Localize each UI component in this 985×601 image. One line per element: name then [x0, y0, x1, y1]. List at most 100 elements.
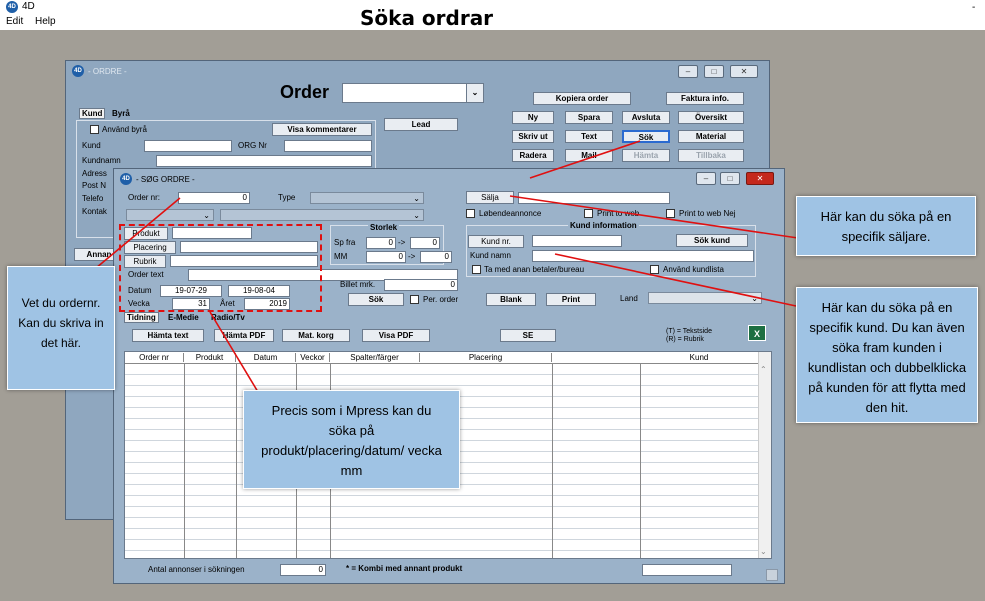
legend-tekstside: (T) = Tekstside: [666, 328, 712, 335]
other-payer-label: Ta med anan betaler/bureau: [484, 265, 585, 274]
org-nr-field[interactable]: [284, 140, 372, 152]
product-group-select[interactable]: ⌄: [126, 209, 214, 221]
lead-button[interactable]: Lead: [384, 118, 458, 131]
print-to-web-checkbox[interactable]: [584, 209, 593, 218]
menu-edit[interactable]: Edit: [6, 16, 23, 27]
order-type-select[interactable]: [342, 83, 482, 103]
use-customer-list-checkbox[interactable]: [650, 265, 659, 274]
chevron-down-icon: ⌄: [413, 194, 420, 203]
type-label: Type: [278, 193, 296, 202]
legend-rubrik: (R) = Rubrik: [666, 336, 704, 343]
billet-field[interactable]: 0: [384, 279, 458, 291]
customer-nr-field[interactable]: [532, 235, 622, 247]
col-divider: [184, 364, 185, 558]
save-button[interactable]: Spara: [565, 111, 613, 124]
tab-kund[interactable]: Kund: [79, 108, 106, 119]
text-button[interactable]: Text: [565, 130, 613, 143]
col-kund[interactable]: Kund: [640, 353, 758, 362]
seller-button[interactable]: Sälja: [466, 191, 514, 204]
scroll-up-icon[interactable]: ⌃: [760, 365, 767, 374]
use-agency-checkbox[interactable]: [90, 125, 99, 134]
combo-note: * = Kombi med annant produkt: [346, 564, 463, 573]
new-button[interactable]: Ny: [512, 111, 554, 124]
order-window-title: - ORDRE -: [88, 67, 127, 76]
tab-tidning[interactable]: Tidning: [124, 312, 159, 323]
menu-help[interactable]: Help: [35, 16, 56, 27]
back-button[interactable]: Tillbaka: [678, 149, 744, 162]
excel-icon[interactable]: X: [748, 325, 766, 341]
running-ad-checkbox[interactable]: [466, 209, 475, 218]
fetch-pdf-button[interactable]: Hämta PDF: [214, 329, 274, 342]
copy-order-button[interactable]: Kopiera order: [533, 92, 631, 105]
customer-name-field[interactable]: [156, 155, 372, 167]
mm-arrow: ->: [408, 252, 416, 261]
order-type-dropdown-button[interactable]: ⌄: [466, 83, 484, 103]
print-out-button[interactable]: Skriv ut: [512, 130, 554, 143]
mail-button[interactable]: Mail: [565, 149, 613, 162]
search-order-button[interactable]: Sök: [622, 130, 670, 143]
show-pdf-button[interactable]: Visa PDF: [362, 329, 430, 342]
blank-button[interactable]: Blank: [486, 293, 536, 306]
callout-seller: Här kan du söka på en specifik säljare.: [796, 196, 976, 256]
minimize-icon[interactable]: -: [972, 2, 975, 13]
type-select[interactable]: ⌄: [310, 192, 424, 204]
label-kontakt: Kontak: [82, 207, 107, 216]
resize-grip-icon[interactable]: [766, 569, 778, 581]
col-spalter[interactable]: Spalter/färger: [330, 353, 420, 362]
col-placering[interactable]: Placering: [420, 353, 552, 362]
col-veckor[interactable]: Veckor: [296, 353, 330, 362]
print-button[interactable]: Print: [546, 293, 596, 306]
customer-field[interactable]: [144, 140, 232, 152]
search-window-title: - SØG ORDRE -: [136, 175, 195, 184]
print-to-web-no-checkbox[interactable]: [666, 209, 675, 218]
order-nr-field[interactable]: 0: [178, 192, 250, 204]
col-divider: [236, 364, 237, 558]
close-button[interactable]: ✕: [746, 172, 774, 185]
label-post-nr: Post N: [82, 181, 107, 190]
minimize-button[interactable]: –: [696, 172, 716, 185]
sp-to-field[interactable]: 0: [410, 237, 440, 249]
maximize-button[interactable]: □: [720, 172, 740, 185]
col-datum[interactable]: Datum: [236, 353, 296, 362]
country-label: Land: [620, 294, 638, 303]
invoice-info-button[interactable]: Faktura info.: [666, 92, 744, 105]
sp-from-field[interactable]: 0: [366, 237, 396, 249]
mm-to-field[interactable]: 0: [420, 251, 452, 263]
tab-e-medie[interactable]: E-Medie: [168, 313, 199, 322]
sub-select[interactable]: ⌄: [220, 209, 424, 221]
search-button[interactable]: Sök: [348, 293, 404, 306]
count-field: 0: [280, 564, 326, 576]
label-org-nr: ORG Nr: [238, 141, 267, 150]
cancel-button[interactable]: Avsluta: [622, 111, 670, 124]
seller-field[interactable]: [518, 192, 670, 204]
col-produkt[interactable]: Produkt: [184, 353, 236, 362]
print-to-web-label: Print to web: [597, 209, 640, 218]
fetch-button[interactable]: Hämta: [622, 149, 670, 162]
app-name: 4D: [22, 1, 35, 12]
customer-name-field[interactable]: [532, 250, 754, 262]
delete-button[interactable]: Radera: [512, 149, 554, 162]
customer-nr-button[interactable]: Kund nr.: [468, 235, 524, 248]
col-order-nr[interactable]: Order nr: [125, 353, 184, 362]
country-select[interactable]: ⌄: [648, 292, 762, 304]
minimize-button[interactable]: –: [678, 65, 698, 78]
use-agency-label: Använd byrå: [102, 125, 147, 134]
overview-button[interactable]: Översikt: [678, 111, 744, 124]
show-comments-button[interactable]: Visa kommentarer: [272, 123, 372, 136]
mm-from-field[interactable]: 0: [366, 251, 406, 263]
fetch-text-button[interactable]: Hämta text: [132, 329, 204, 342]
scroll-down-icon[interactable]: ⌄: [760, 547, 767, 556]
other-payer-checkbox[interactable]: [472, 265, 481, 274]
close-button[interactable]: ✕: [730, 65, 758, 78]
tab-radio-tv[interactable]: Radio/Tv: [211, 313, 245, 322]
vertical-scrollbar[interactable]: [758, 352, 771, 558]
material-button[interactable]: Material: [678, 130, 744, 143]
search-customer-button[interactable]: Sök kund: [676, 234, 748, 247]
callout-order-nr: Vet du ordernr. Kan du skriva in det här…: [7, 266, 115, 390]
chevron-down-icon: ⌄: [413, 211, 420, 220]
material-basket-button[interactable]: Mat. korg: [282, 329, 350, 342]
maximize-button[interactable]: □: [704, 65, 724, 78]
se-button[interactable]: SE: [500, 329, 556, 342]
per-order-checkbox[interactable]: [410, 295, 419, 304]
tab-byra[interactable]: Byrå: [112, 109, 130, 118]
